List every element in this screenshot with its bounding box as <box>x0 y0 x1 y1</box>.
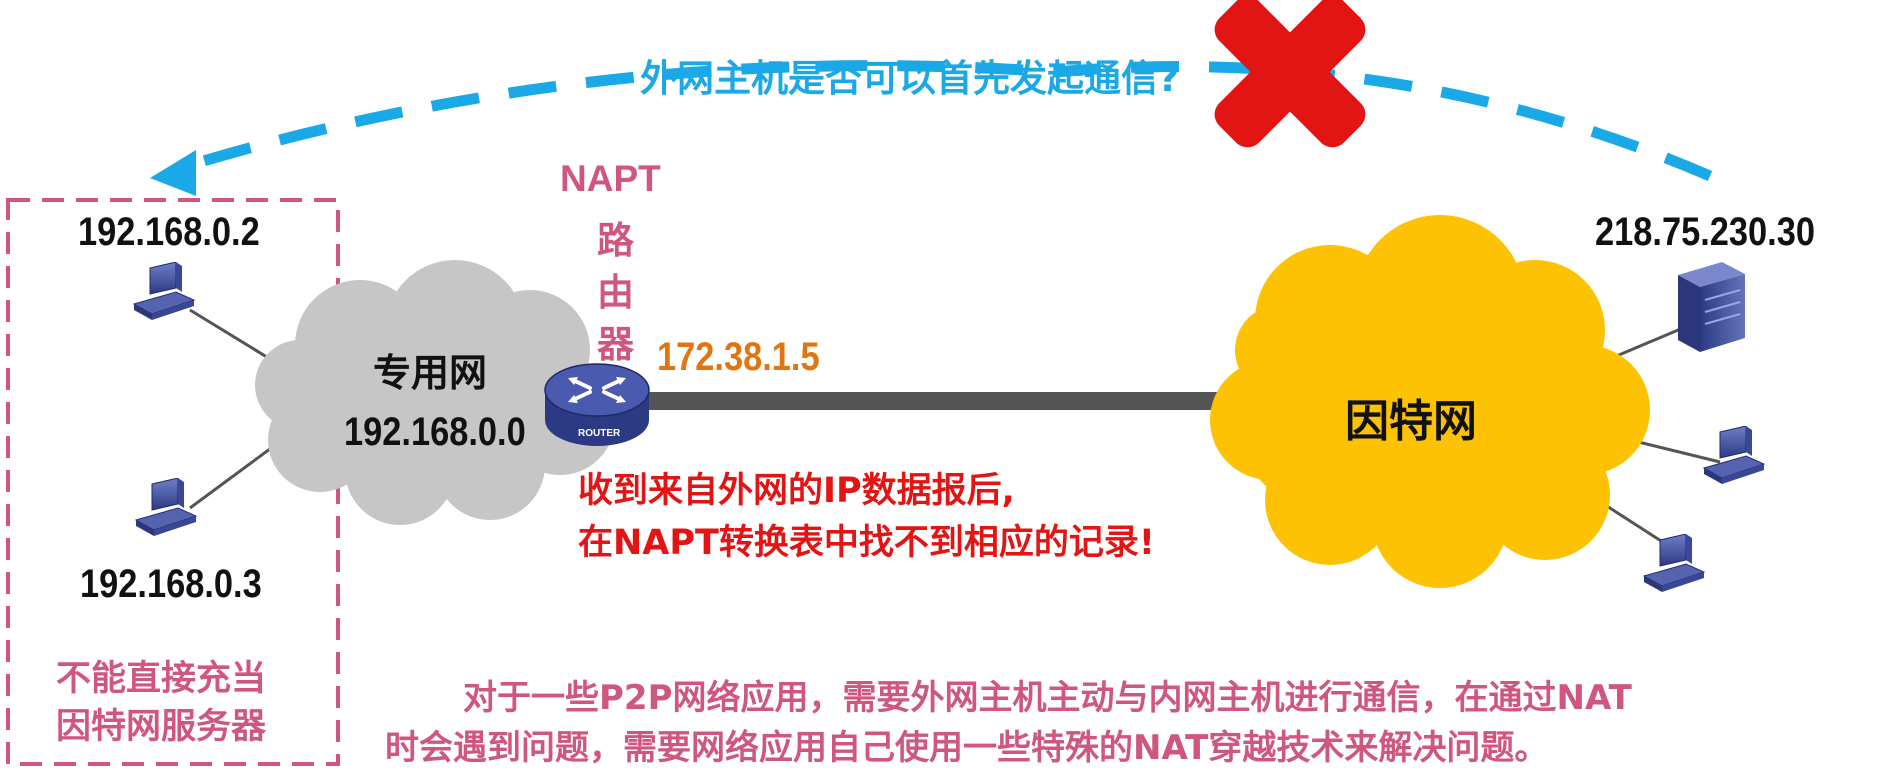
computer-icon <box>1703 426 1765 485</box>
wan-link <box>640 392 1280 410</box>
server-icon <box>1678 262 1745 352</box>
arrow-head <box>150 150 196 196</box>
host-ip-1: 192.168.0.2 <box>78 210 260 254</box>
computer-icon <box>133 262 195 321</box>
host-ip-2: 192.168.0.3 <box>80 562 262 606</box>
router-icon-text: ROUTER <box>578 428 621 439</box>
private-network-address: 192.168.0.0 <box>344 410 526 454</box>
router-label-char-3: 器 <box>597 323 634 366</box>
footer-line-1: 对于一些P2P网络应用，需要外网主机主动与内网主机进行通信，在通过NAT <box>463 678 1632 718</box>
router-label-char-2: 由 <box>597 271 634 314</box>
computer-icon <box>1643 534 1705 593</box>
router-label-napt: NAPT <box>560 158 661 199</box>
private-note-line-1: 不能直接充当 <box>56 659 267 699</box>
cross-icon <box>1214 0 1366 148</box>
private-network-name: 专用网 <box>373 351 488 395</box>
computer-icon <box>135 478 197 537</box>
error-message-line-1: 收到来自外网的IP数据报后, <box>578 471 1015 511</box>
internet-name: 因特网 <box>1345 396 1477 447</box>
private-note-line-2: 因特网服务器 <box>56 707 267 747</box>
router-public-ip: 172.38.1.5 <box>657 335 820 379</box>
diagram-graphics <box>6 0 1765 766</box>
error-message-line-2: 在NAPT转换表中找不到相应的记录! <box>578 523 1155 563</box>
router-label-char-1: 路 <box>597 219 634 262</box>
server-ip: 218.75.230.30 <box>1595 210 1815 254</box>
question-text: 外网主机是否可以首先发起通信? <box>640 57 1180 100</box>
footer-line-2: 时会遇到问题，需要网络应用自己使用一些特殊的NAT穿越技术来解决问题。 <box>385 728 1549 768</box>
